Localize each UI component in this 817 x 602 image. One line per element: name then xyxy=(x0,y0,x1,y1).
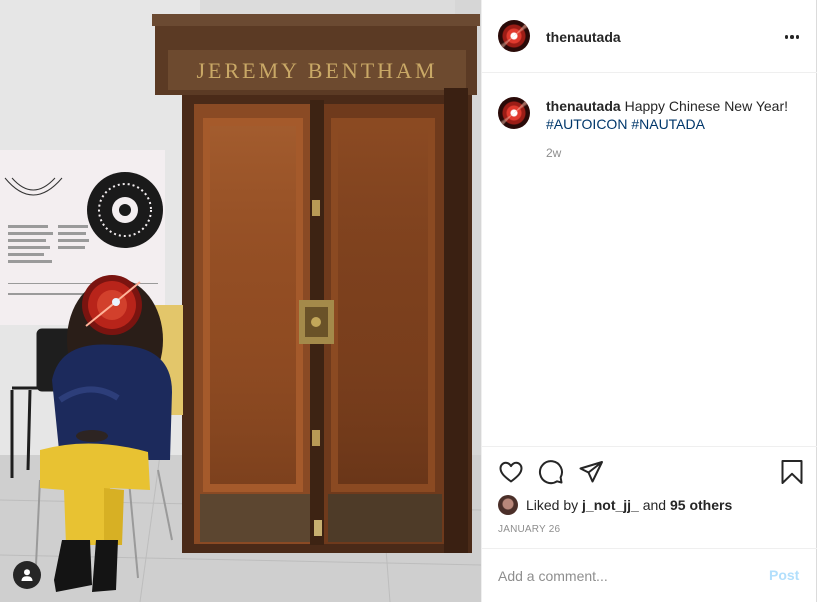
like-button[interactable] xyxy=(498,459,524,485)
author-avatar[interactable] xyxy=(498,20,530,52)
liker-avatar[interactable] xyxy=(498,495,518,515)
add-comment-bar: Post xyxy=(482,548,817,602)
tagged-users-button[interactable] xyxy=(13,561,41,589)
post-side-panel: thenautada thenautada Happy Chinese New … xyxy=(481,0,817,602)
save-button[interactable] xyxy=(779,459,805,485)
hashtag-link[interactable]: #NAUTADA xyxy=(631,116,705,132)
photo-image: JEREMY BENTHAM xyxy=(0,0,481,602)
post-header: thenautada xyxy=(482,0,817,73)
paper-plane-icon xyxy=(579,461,603,483)
comment-bubble-icon xyxy=(538,460,563,485)
post-photo[interactable]: JEREMY BENTHAM xyxy=(0,0,481,602)
author-username[interactable]: thenautada xyxy=(546,29,621,45)
likes-joiner: and xyxy=(642,497,667,513)
caption-username[interactable]: thenautada xyxy=(546,98,621,114)
post-comment-button[interactable]: Post xyxy=(769,567,799,583)
caption-time-ago[interactable]: 2w xyxy=(546,146,561,160)
caption-text: thenautada Happy Chinese New Year! #AUTO… xyxy=(546,97,806,133)
post-date[interactable]: JANUARY 26 xyxy=(498,524,560,535)
post-actions: Liked by j_not_jj_ and 95 others JANUARY… xyxy=(482,446,817,548)
share-button[interactable] xyxy=(578,459,604,485)
comment-button[interactable] xyxy=(538,459,564,485)
likes-prefix: Liked by xyxy=(526,497,579,513)
caption-avatar[interactable] xyxy=(498,97,530,129)
comment-input[interactable] xyxy=(498,565,748,587)
bookmark-icon xyxy=(781,460,803,484)
instagram-post: JEREMY BENTHAM thenautada thenautada Hap… xyxy=(0,0,817,602)
more-options-button[interactable] xyxy=(783,28,801,46)
more-horizontal-icon xyxy=(784,35,789,39)
hashtag-link[interactable]: #AUTOICON xyxy=(546,116,627,132)
heart-icon xyxy=(499,461,523,483)
caption-body: Happy Chinese New Year! xyxy=(624,98,789,114)
likes-others-link[interactable]: 95 others xyxy=(670,497,732,513)
sign-text: JEREMY BENTHAM xyxy=(196,58,437,83)
likes-summary: Liked by j_not_jj_ and 95 others xyxy=(498,495,732,515)
liker-username[interactable]: j_not_jj_ xyxy=(582,497,639,513)
user-icon xyxy=(21,569,33,581)
